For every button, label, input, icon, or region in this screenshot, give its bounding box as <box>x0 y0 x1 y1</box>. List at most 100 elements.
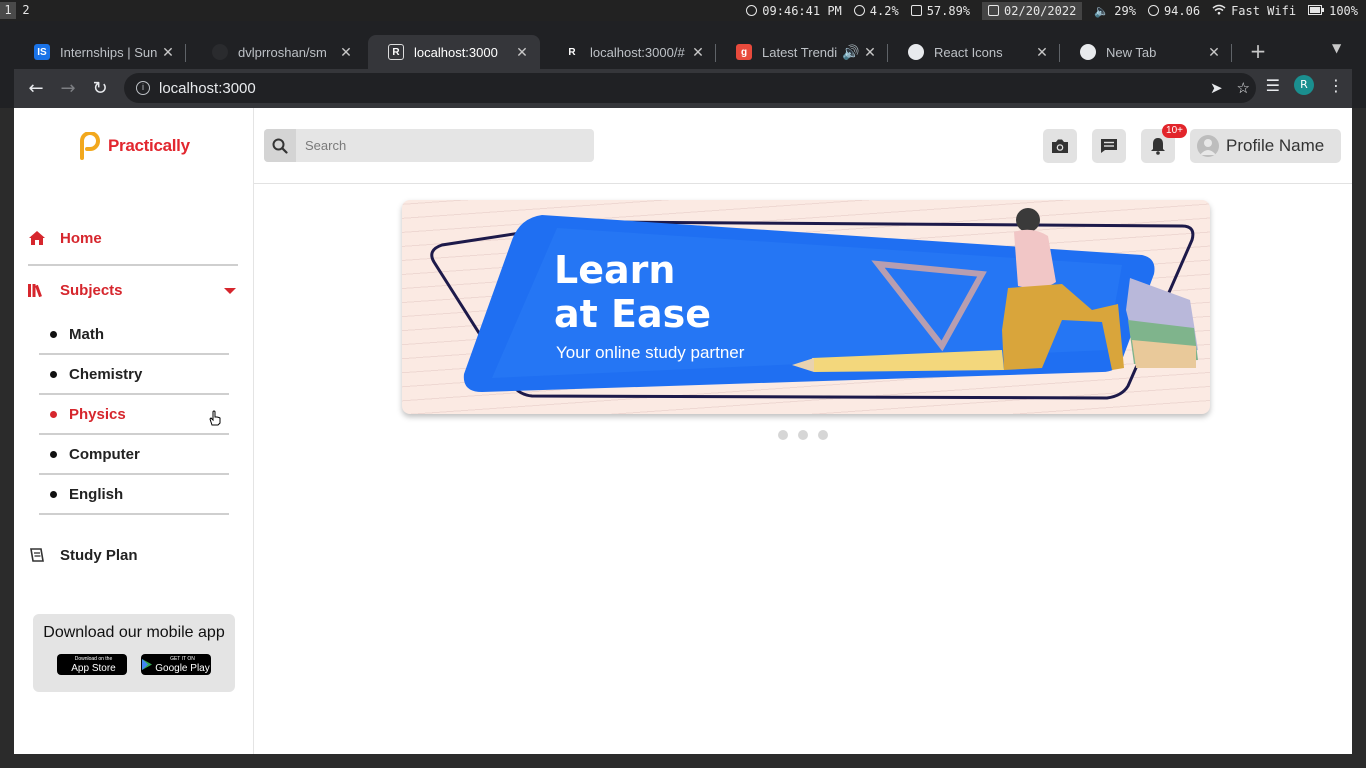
browser-tab[interactable]: dvlprroshan/sm ✕ <box>192 35 364 69</box>
kebab-menu-icon[interactable]: ⋮ <box>1328 76 1344 95</box>
messages-button[interactable] <box>1092 129 1126 163</box>
hero-banner-slide[interactable]: Learn at Ease Your online study partner <box>402 200 1210 414</box>
close-tab-icon[interactable]: ✕ <box>338 44 354 61</box>
close-tab-icon[interactable]: ✕ <box>690 44 706 61</box>
browser-tab[interactable]: React Icons ✕ <box>888 35 1060 69</box>
google-play-badge[interactable]: GET IT ON Google Play <box>141 654 211 675</box>
workspace-1[interactable]: 1 <box>0 2 16 19</box>
app-store-badge[interactable]: Download on the App Store <box>57 654 127 675</box>
site-info-icon[interactable]: i <box>136 81 150 95</box>
carousel-dot[interactable] <box>818 430 828 440</box>
profile-avatar[interactable]: R <box>1294 75 1314 95</box>
logo[interactable]: Practically <box>78 132 190 160</box>
carousel-dot[interactable] <box>798 430 808 440</box>
subject-item-english[interactable]: English <box>39 475 229 515</box>
google-play-icon <box>142 655 153 674</box>
web-page: Practically Home Subjects Math Chemistry <box>14 108 1352 754</box>
react-favicon-icon: R <box>564 44 580 60</box>
banner-subtitle: Your online study partner <box>556 343 745 362</box>
speaker-icon: 🔈 <box>1094 3 1110 18</box>
nav-study-plan[interactable]: Study Plan <box>28 545 238 565</box>
temperature: 94.06 <box>1147 4 1200 18</box>
close-tab-icon[interactable]: ✕ <box>1034 44 1050 61</box>
banner-headline: Learn at Ease <box>554 248 712 336</box>
reading-list-icon[interactable]: ☰ <box>1266 76 1280 95</box>
gear-icon <box>1147 5 1159 16</box>
top-header: 10+ Profile Name <box>254 108 1352 184</box>
close-tab-icon[interactable]: ✕ <box>160 44 176 61</box>
workspace-2[interactable]: 2 <box>18 2 34 19</box>
subject-item-physics[interactable]: Physics <box>39 395 229 435</box>
bell-icon <box>1151 138 1165 155</box>
cpu-usage: 4.2% <box>853 4 899 18</box>
battery: 100% <box>1308 4 1358 18</box>
globe-icon <box>908 44 924 60</box>
bullet-icon <box>50 330 57 338</box>
clock-icon <box>746 5 758 16</box>
back-arrow-icon[interactable]: ← <box>24 77 48 101</box>
address-bar[interactable]: i localhost:3000 ➤ ☆ <box>124 73 1256 103</box>
carousel-dots <box>778 430 828 440</box>
practically-logo-icon <box>80 132 100 160</box>
subject-item-math[interactable]: Math <box>39 315 229 355</box>
sidebar: Practically Home Subjects Math Chemistry <box>14 108 254 754</box>
carousel-dot[interactable] <box>778 430 788 440</box>
close-tab-icon[interactable]: ✕ <box>514 44 530 61</box>
subject-item-chemistry[interactable]: Chemistry <box>39 355 229 395</box>
profile-button[interactable]: Profile Name <box>1190 129 1341 163</box>
chrome-icon <box>1080 44 1096 60</box>
bullet-icon <box>50 370 57 378</box>
browser-tab-active[interactable]: R localhost:3000 ✕ <box>368 35 540 69</box>
hand-cursor-icon <box>209 410 221 426</box>
study-plan-icon <box>28 548 46 562</box>
bookmark-star-icon[interactable]: ☆ <box>1237 79 1250 97</box>
notifications-button[interactable]: 10+ <box>1141 124 1187 163</box>
calendar-icon <box>988 5 1000 16</box>
search-icon[interactable] <box>264 129 296 162</box>
wifi-status: Fast Wifi <box>1212 4 1296 18</box>
close-tab-icon[interactable]: ✕ <box>1206 44 1222 61</box>
browser-tab[interactable]: g Latest Trendi 🔊 ✕ <box>716 35 888 69</box>
new-tab-button[interactable]: + <box>1244 39 1272 63</box>
message-icon <box>1101 139 1117 153</box>
forward-arrow-icon[interactable]: → <box>56 77 80 101</box>
volume: 🔈 29% <box>1094 3 1136 18</box>
wifi-icon <box>1212 4 1226 18</box>
clock: 09:46:41 PM <box>746 4 842 18</box>
bullet-icon <box>50 450 57 458</box>
nav-subjects[interactable]: Subjects <box>28 280 238 300</box>
download-app-card: Download our mobile app Download on the … <box>33 614 235 692</box>
user-avatar-icon <box>1197 135 1219 157</box>
browser-chrome: IS Internships | Sun ✕ dvlprroshan/sm ✕ … <box>0 21 1366 108</box>
tab-strip: IS Internships | Sun ✕ dvlprroshan/sm ✕ … <box>14 33 1354 69</box>
bullet-icon <box>50 410 57 418</box>
date: 02/20/2022 <box>982 1 1083 20</box>
camera-button[interactable] <box>1043 129 1077 163</box>
banner-illustration <box>430 208 1198 400</box>
internshala-favicon-icon: IS <box>34 44 50 60</box>
browser-toolbar: ← → ↻ i localhost:3000 ➤ ☆ ☰ R ⋮ <box>14 69 1352 108</box>
reload-icon[interactable]: ↻ <box>88 77 112 101</box>
gauge-icon <box>853 5 865 16</box>
react-favicon-icon: R <box>388 44 404 60</box>
search-input[interactable] <box>305 138 575 153</box>
browser-tab[interactable]: New Tab ✕ <box>1060 35 1232 69</box>
audio-playing-icon[interactable]: 🔊 <box>840 44 862 61</box>
camera-icon <box>1052 139 1068 153</box>
books-icon <box>28 283 46 297</box>
system-status-bar: 1 2 09:46:41 PM 4.2% 57.89% 02/20/2022 🔈… <box>0 0 1366 21</box>
browser-tab[interactable]: R localhost:3000/# ✕ <box>544 35 716 69</box>
tab-search-chevron-icon[interactable]: ▼ <box>1332 41 1341 55</box>
caret-down-icon[interactable] <box>224 288 236 294</box>
notification-count-badge: 10+ <box>1162 124 1187 138</box>
subject-item-computer[interactable]: Computer <box>39 435 229 475</box>
bullet-icon <box>50 490 57 498</box>
gaana-favicon-icon: g <box>736 44 752 60</box>
nav-home[interactable]: Home <box>28 228 238 248</box>
url-text[interactable]: localhost:3000 <box>159 80 256 97</box>
send-tab-icon[interactable]: ➤ <box>1210 79 1223 97</box>
search-bar[interactable] <box>264 129 594 162</box>
browser-tab[interactable]: IS Internships | Sun ✕ <box>14 35 186 69</box>
close-tab-icon[interactable]: ✕ <box>862 44 878 61</box>
memory-usage: 57.89% <box>910 4 970 18</box>
